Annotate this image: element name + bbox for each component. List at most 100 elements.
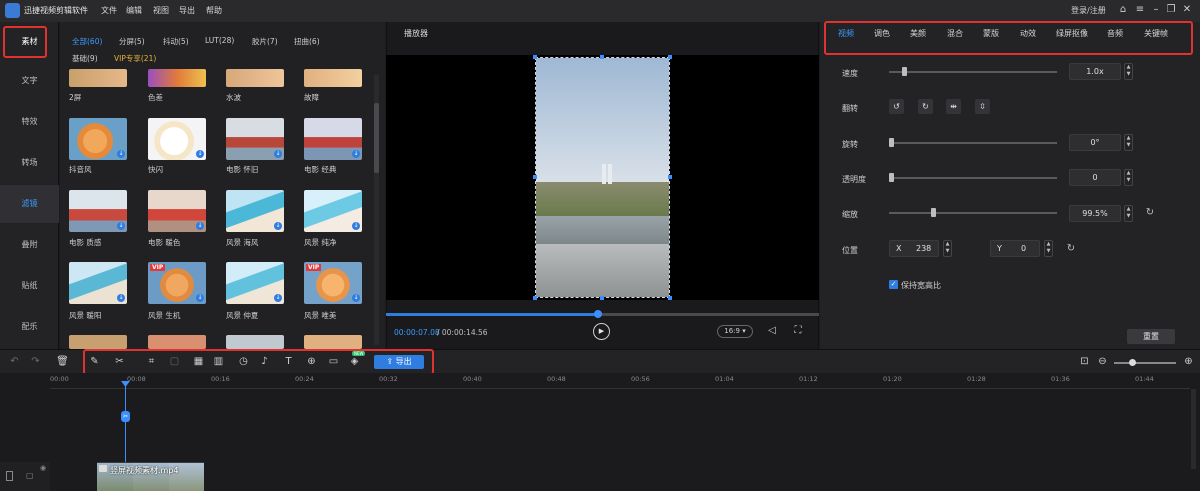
menu-icon[interactable]: ≡ xyxy=(1134,4,1146,16)
position-x-stepper[interactable]: ▲ ▼ xyxy=(943,240,952,257)
track-mute-icon[interactable]: ▢ xyxy=(26,471,34,480)
resize-handle[interactable] xyxy=(533,55,537,59)
aspect-ratio-select[interactable]: 16:9 ▾ xyxy=(717,325,753,338)
home-icon[interactable]: ⌂ xyxy=(1117,4,1129,16)
filter-thumb[interactable]: VIP ↓ xyxy=(304,262,362,304)
filter-thumb[interactable]: ↓ xyxy=(69,190,127,232)
rotate-value[interactable]: 0° xyxy=(1069,134,1121,151)
opacity-slider[interactable] xyxy=(889,177,1057,179)
category-distort[interactable]: 扭曲(6) xyxy=(294,36,320,47)
filter-thumb[interactable]: ↓ xyxy=(69,262,127,304)
flip-vertical-icon[interactable]: ⇳ xyxy=(975,99,990,114)
position-y-stepper[interactable]: ▲ ▼ xyxy=(1044,240,1053,257)
menu-help[interactable]: 帮助 xyxy=(206,5,222,16)
close-icon[interactable]: ✕ xyxy=(1181,4,1193,16)
resize-handle[interactable] xyxy=(668,175,672,179)
filter-thumb[interactable] xyxy=(148,335,206,349)
position-x-field[interactable]: X 238 xyxy=(889,240,939,257)
download-icon[interactable]: ↓ xyxy=(196,222,204,230)
nav-filters[interactable]: 滤镜 xyxy=(0,185,59,223)
filter-thumb[interactable] xyxy=(69,335,127,349)
download-icon[interactable]: ↓ xyxy=(117,150,125,158)
nav-text[interactable]: 文字 xyxy=(0,62,59,100)
speed-stepper[interactable]: ▲ ▼ xyxy=(1124,63,1133,80)
filter-thumb[interactable]: ↓ xyxy=(148,118,206,160)
filter-thumb[interactable] xyxy=(226,335,284,349)
flip-horizontal-icon[interactable]: ⇹ xyxy=(946,99,961,114)
speed-slider[interactable] xyxy=(889,71,1057,73)
filter-thumb[interactable]: ↓ xyxy=(69,118,127,160)
category-vip[interactable]: VIP专享(21) xyxy=(114,53,156,64)
menu-file[interactable]: 文件 xyxy=(101,5,117,16)
menu-view[interactable]: 视图 xyxy=(153,5,169,16)
resize-handle[interactable] xyxy=(600,55,604,59)
download-icon[interactable]: ↓ xyxy=(196,150,204,158)
category-shake[interactable]: 抖动(5) xyxy=(163,36,189,47)
scale-slider-knob[interactable] xyxy=(931,208,936,217)
filter-thumb[interactable]: ↓ xyxy=(304,118,362,160)
speed-value[interactable]: 1.0x xyxy=(1069,63,1121,80)
download-icon[interactable]: ↓ xyxy=(352,150,360,158)
category-split[interactable]: 分屏(5) xyxy=(119,36,145,47)
nav-music[interactable]: 配乐 xyxy=(0,308,59,346)
rotate-stepper[interactable]: ▲ ▼ xyxy=(1124,134,1133,151)
category-film[interactable]: 胶片(7) xyxy=(252,36,278,47)
scale-value[interactable]: 99.5% xyxy=(1069,205,1121,222)
filter-thumb[interactable] xyxy=(69,69,127,87)
filter-thumb[interactable]: ↓ xyxy=(304,190,362,232)
resize-handle[interactable] xyxy=(533,296,537,300)
scale-reset-icon[interactable]: ↻ xyxy=(1144,207,1156,219)
rotate-slider-knob[interactable] xyxy=(889,138,894,147)
fit-timeline-icon[interactable]: ⊡ xyxy=(1078,355,1091,368)
download-icon[interactable]: ↓ xyxy=(117,294,125,302)
volume-icon[interactable]: ◁ xyxy=(766,325,778,337)
nav-overlay[interactable]: 叠附 xyxy=(0,226,59,264)
opacity-slider-knob[interactable] xyxy=(889,173,894,182)
scale-stepper[interactable]: ▲ ▼ xyxy=(1124,205,1133,222)
zoom-in-icon[interactable]: ⊕ xyxy=(1182,355,1195,368)
login-link[interactable]: 登录/注册 xyxy=(1071,5,1106,16)
redo-icon[interactable]: ↷ xyxy=(29,355,42,368)
opacity-stepper[interactable]: ▲ ▼ xyxy=(1124,169,1133,186)
timeline-scrollbar[interactable] xyxy=(1191,389,1196,469)
filter-thumb[interactable] xyxy=(148,69,206,87)
scale-slider[interactable] xyxy=(889,212,1057,214)
position-y-field[interactable]: Y0 xyxy=(990,240,1040,257)
playhead[interactable] xyxy=(125,383,126,463)
menu-edit[interactable]: 编辑 xyxy=(126,5,142,16)
nav-stickers[interactable]: 贴纸 xyxy=(0,267,59,305)
filter-thumb[interactable] xyxy=(304,69,362,87)
filter-thumb[interactable]: VIP ↓ xyxy=(148,262,206,304)
play-button[interactable]: ▶ xyxy=(593,323,610,340)
rotate-right-icon[interactable]: ↻ xyxy=(918,99,933,114)
resize-handle[interactable] xyxy=(668,55,672,59)
undo-icon[interactable]: ↶ xyxy=(8,355,21,368)
resize-handle[interactable] xyxy=(533,175,537,179)
rotate-left-icon[interactable]: ↺ xyxy=(889,99,904,114)
nav-effects[interactable]: 特效 xyxy=(0,103,59,141)
resize-handle[interactable] xyxy=(600,296,604,300)
download-icon[interactable]: ↓ xyxy=(352,294,360,302)
track-visible-icon[interactable]: ◉ xyxy=(40,464,46,472)
speed-slider-knob[interactable] xyxy=(902,67,908,76)
filter-thumb[interactable]: ↓ xyxy=(148,190,206,232)
download-icon[interactable]: ↓ xyxy=(352,222,360,230)
reset-button[interactable]: 重置 xyxy=(1127,329,1175,344)
split-icon[interactable]: ✂ xyxy=(121,411,130,422)
position-reset-icon[interactable]: ↻ xyxy=(1065,243,1077,255)
download-icon[interactable]: ↓ xyxy=(196,294,204,302)
category-lut[interactable]: LUT(28) xyxy=(205,36,234,45)
track-lock-icon[interactable] xyxy=(6,471,13,481)
category-all[interactable]: 全部(60) xyxy=(72,36,102,47)
zoom-slider[interactable] xyxy=(1114,362,1176,364)
filter-thumb[interactable] xyxy=(304,335,362,349)
filter-thumb[interactable]: ↓ xyxy=(226,118,284,160)
menu-export[interactable]: 导出 xyxy=(179,5,195,16)
download-icon[interactable]: ↓ xyxy=(274,150,282,158)
restore-icon[interactable]: ❐ xyxy=(1165,4,1177,16)
rotate-slider[interactable] xyxy=(889,142,1057,144)
filter-thumb[interactable]: ↓ xyxy=(226,262,284,304)
download-icon[interactable]: ↓ xyxy=(274,222,282,230)
zoom-slider-knob[interactable] xyxy=(1129,359,1136,366)
opacity-value[interactable]: 0 xyxy=(1069,169,1121,186)
